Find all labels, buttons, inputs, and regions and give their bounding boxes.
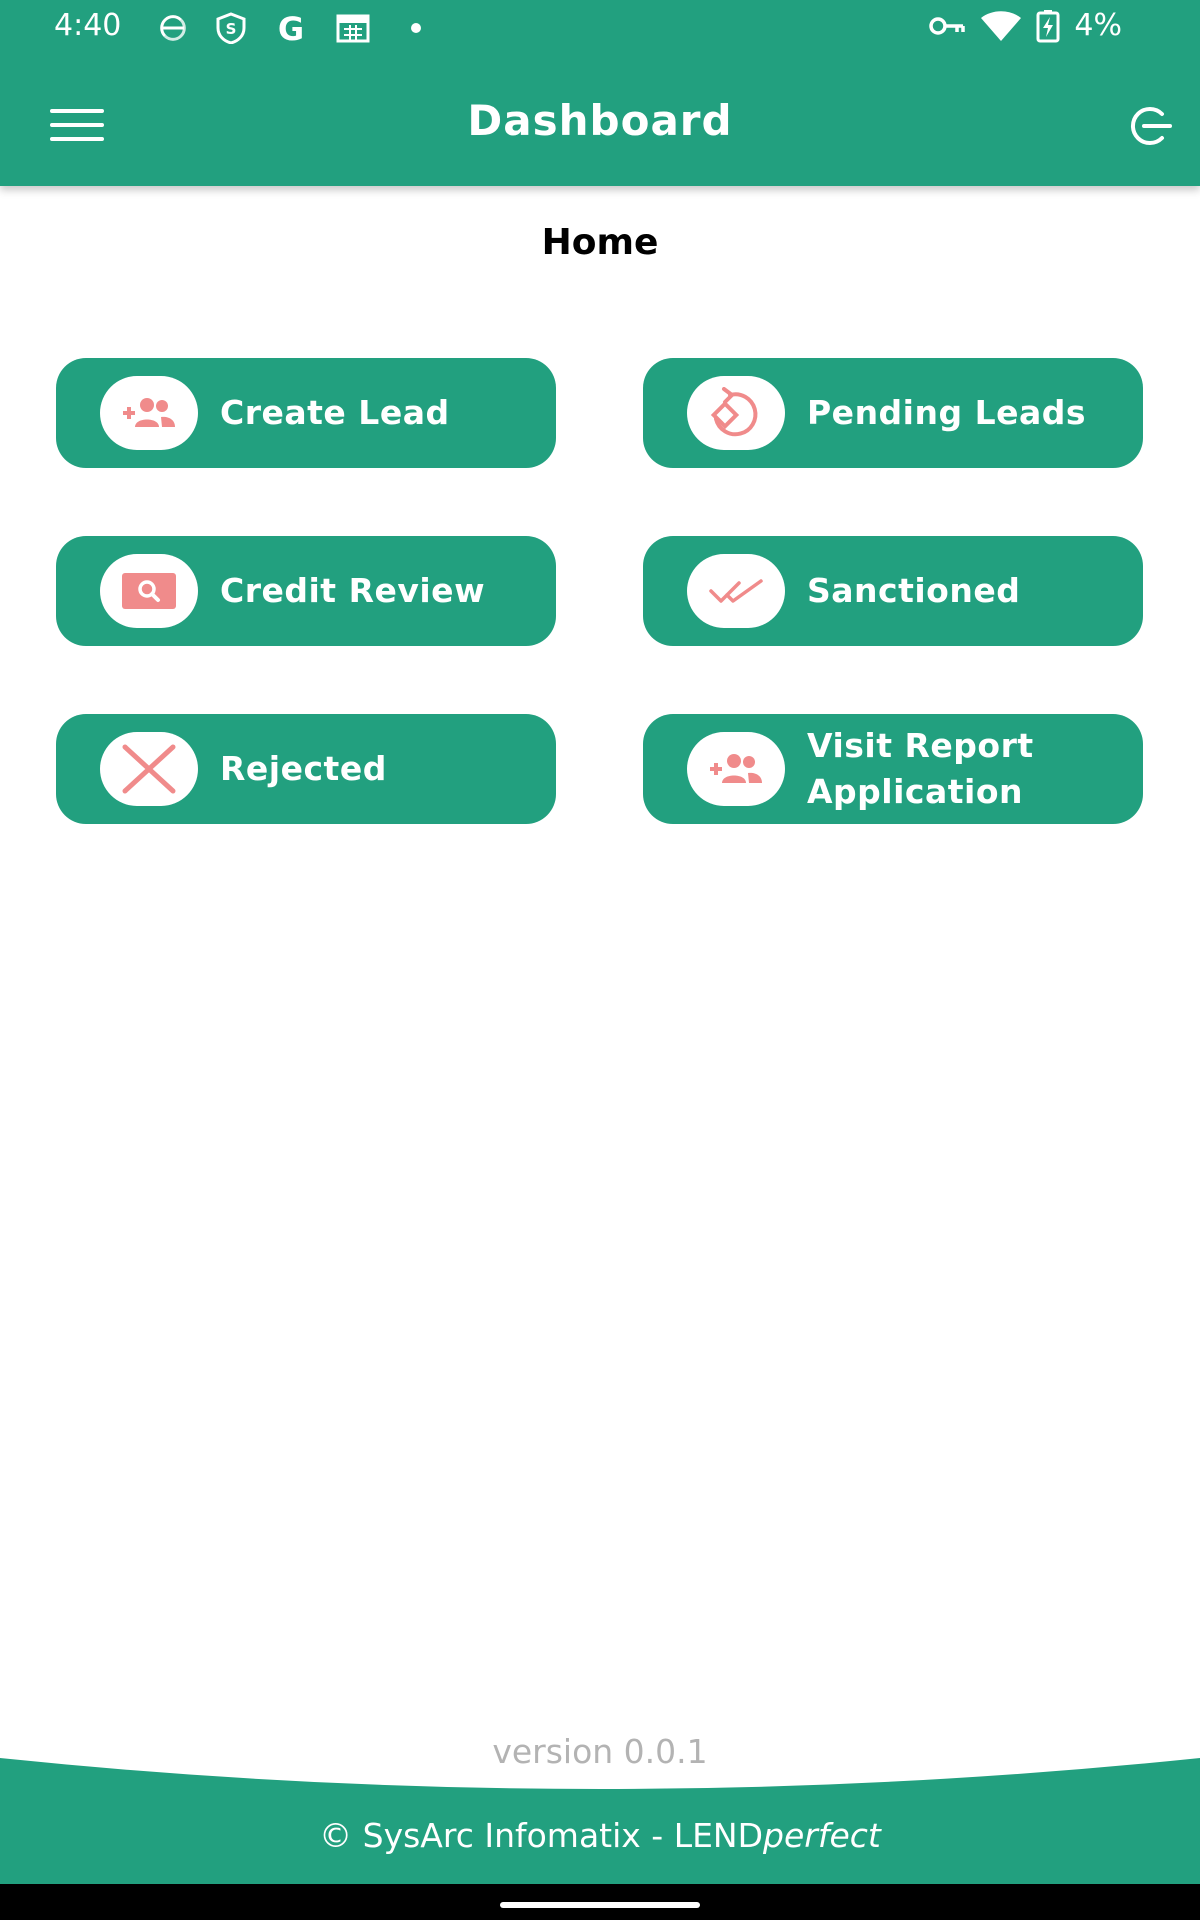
tile-label: Rejected <box>220 749 387 788</box>
s-circle-icon <box>160 15 186 41</box>
battery-charging-icon <box>1036 9 1060 42</box>
footer-brand-italic: perfect <box>763 1816 881 1855</box>
calendar-icon <box>336 14 370 43</box>
shield-s-icon: S <box>216 12 246 44</box>
home-gesture-handle[interactable] <box>500 1902 700 1908</box>
tile-icon-container <box>100 376 198 450</box>
tile-icon-container <box>687 554 785 628</box>
footer-copyright-text: © SysArc Infomatix - LEND <box>319 1816 764 1855</box>
add-users-icon <box>710 754 762 783</box>
app-header: 4:40 S G 4% Dashboard <box>0 0 1200 186</box>
tile-label: Credit Review <box>220 571 486 610</box>
page-title: Dashboard <box>467 96 733 145</box>
battery-percentage: 4% <box>1074 8 1122 43</box>
tile-icon-container <box>687 376 785 450</box>
pending-rotate-icon <box>710 387 758 437</box>
rejected-button[interactable]: Rejected <box>56 714 556 824</box>
tile-label: Visit Report Application <box>807 726 1034 811</box>
wifi-icon <box>981 10 1022 41</box>
dot-icon <box>411 23 421 33</box>
tile-label: Create Lead <box>220 393 450 432</box>
tile-icon-container <box>687 732 785 806</box>
sanctioned-button[interactable]: Sanctioned <box>643 536 1143 646</box>
google-g-icon: G <box>278 12 304 44</box>
tile-label: Pending Leads <box>807 393 1087 432</box>
credit-review-button[interactable]: Credit Review <box>56 536 556 646</box>
close-x-icon <box>122 744 176 794</box>
status-right-group: 4% <box>928 8 1122 43</box>
tile-icon-container <box>100 554 198 628</box>
pending-leads-button[interactable]: Pending Leads <box>643 358 1143 468</box>
svg-text:G: G <box>278 12 304 44</box>
section-title: Home <box>541 222 659 263</box>
create-lead-button[interactable]: Create Lead <box>56 358 556 468</box>
status-bar: 4:40 S G 4% <box>0 0 1200 56</box>
status-time: 4:40 <box>54 8 122 43</box>
svg-text:S: S <box>226 20 237 38</box>
tile-icon-container <box>100 732 198 806</box>
tile-label: Sanctioned <box>807 571 1021 610</box>
double-check-icon <box>709 579 763 603</box>
logout-icon[interactable] <box>1124 104 1172 148</box>
footer-copyright: © SysArc Infomatix - LENDperfect <box>0 1816 1200 1855</box>
add-users-icon <box>123 398 175 427</box>
search-card-icon <box>122 573 176 609</box>
vpn-key-icon <box>929 16 966 35</box>
visit-report-application-button[interactable]: Visit Report Application <box>643 714 1143 824</box>
